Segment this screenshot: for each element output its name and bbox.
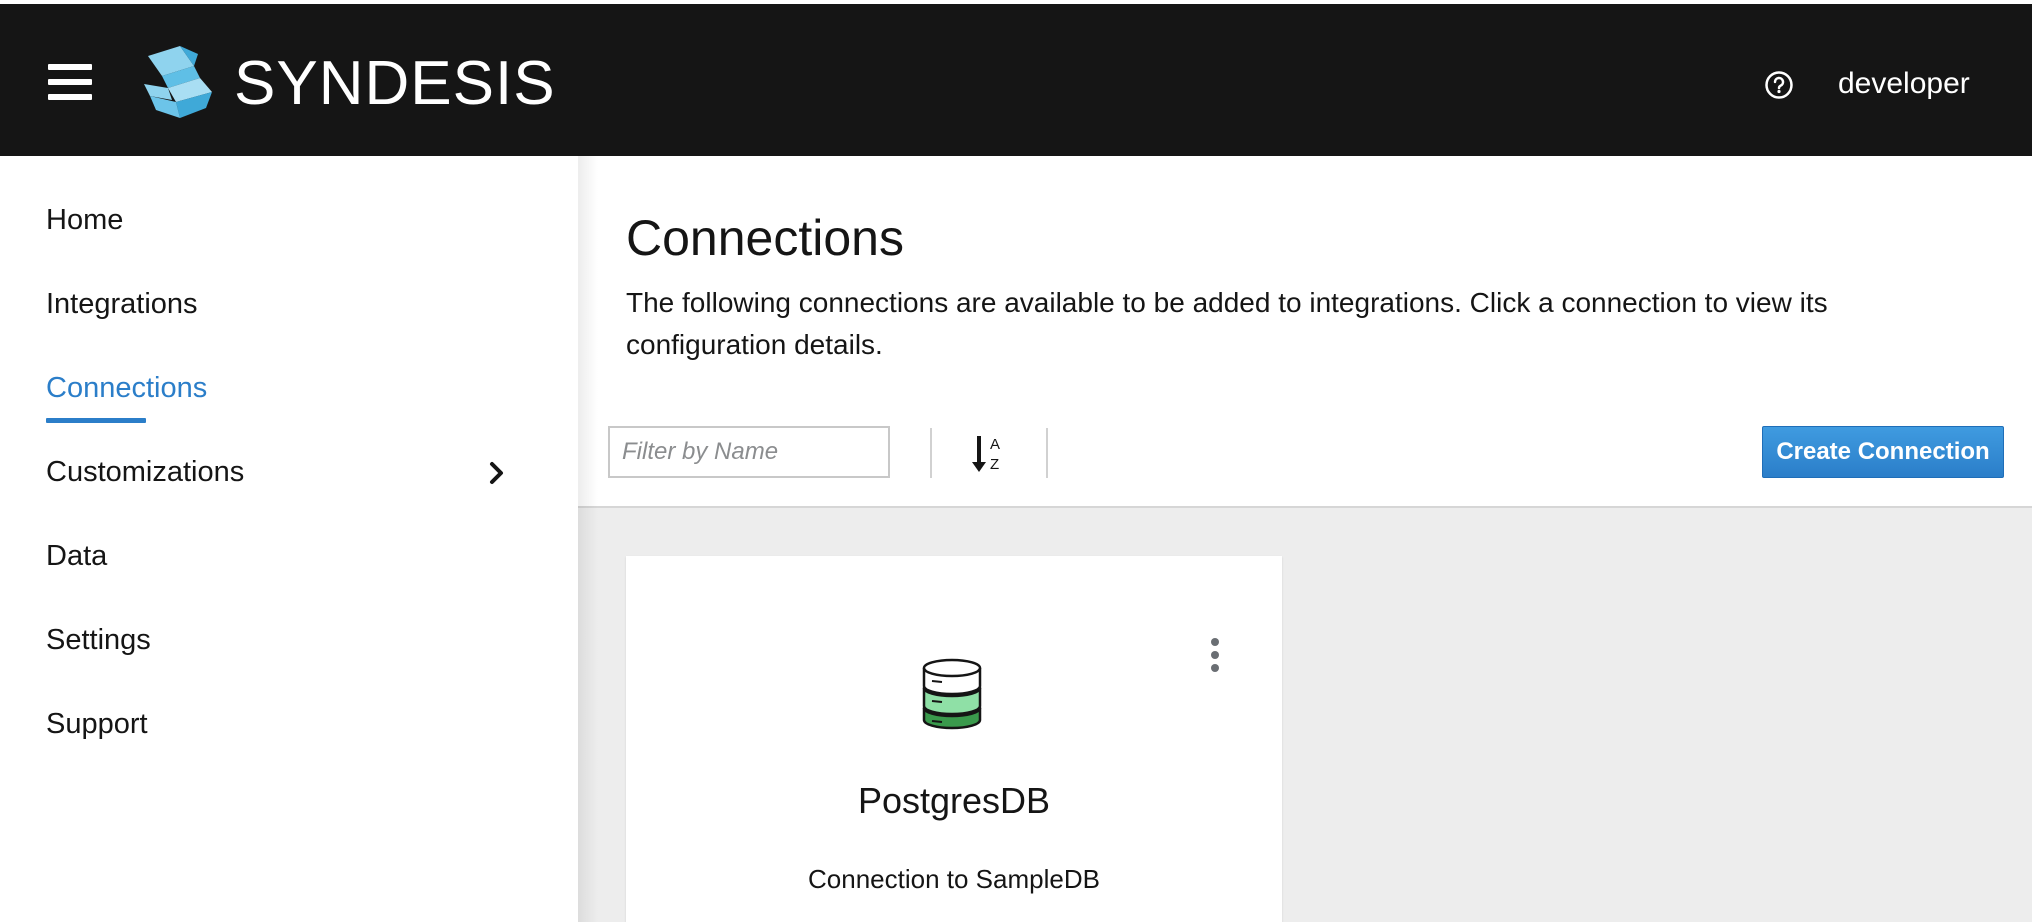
filter-by-name-input[interactable] — [608, 426, 890, 478]
app-root: SYNDESIS developer Home Integrations Con… — [0, 0, 2036, 922]
sidebar-item-integrations[interactable]: Integrations — [46, 284, 198, 324]
brand-name: SYNDESIS — [234, 49, 556, 118]
chevron-right-icon[interactable] — [486, 460, 508, 486]
connection-name: PostgresDB — [857, 780, 1051, 821]
page-description: The following connections are available … — [626, 287, 1828, 360]
sidebar-item-support[interactable]: Support — [46, 704, 148, 744]
toolbar-divider — [930, 428, 932, 478]
sidebar-item-home[interactable]: Home — [46, 200, 123, 240]
sidebar-nav: Home Integrations Connections Customizat… — [0, 156, 578, 922]
page-title: Connections — [626, 210, 904, 266]
sidebar-item-data[interactable]: Data — [46, 536, 107, 576]
kebab-menu-icon[interactable] — [1206, 638, 1224, 674]
user-menu[interactable]: developer — [1838, 64, 1970, 104]
connection-card[interactable]: PostgresDB Connection to SampleDB — [626, 556, 1282, 922]
help-icon[interactable] — [1764, 70, 1794, 100]
sidebar-item-settings[interactable]: Settings — [46, 620, 151, 660]
database-icon — [922, 658, 982, 730]
syndesis-logo-icon — [144, 46, 212, 118]
sort-alpha-asc-icon[interactable]: A Z — [970, 432, 1010, 474]
svg-text:A: A — [990, 436, 1000, 453]
svg-text:Z: Z — [990, 456, 999, 473]
connection-description: Connection to SampleDB — [808, 864, 1100, 894]
create-connection-button[interactable]: Create Connection — [1762, 426, 2004, 478]
toolbar-divider — [1046, 428, 1048, 478]
sidebar-item-connections[interactable]: Connections — [46, 368, 207, 408]
active-indicator — [46, 418, 146, 423]
sidebar-item-customizations[interactable]: Customizations — [46, 452, 244, 492]
hamburger-menu-icon[interactable] — [48, 62, 92, 102]
masthead: SYNDESIS developer — [0, 4, 2036, 156]
main-content: Connections The following connections ar… — [578, 156, 2032, 922]
connections-card-grid: PostgresDB Connection to SampleDB — [578, 508, 2032, 922]
